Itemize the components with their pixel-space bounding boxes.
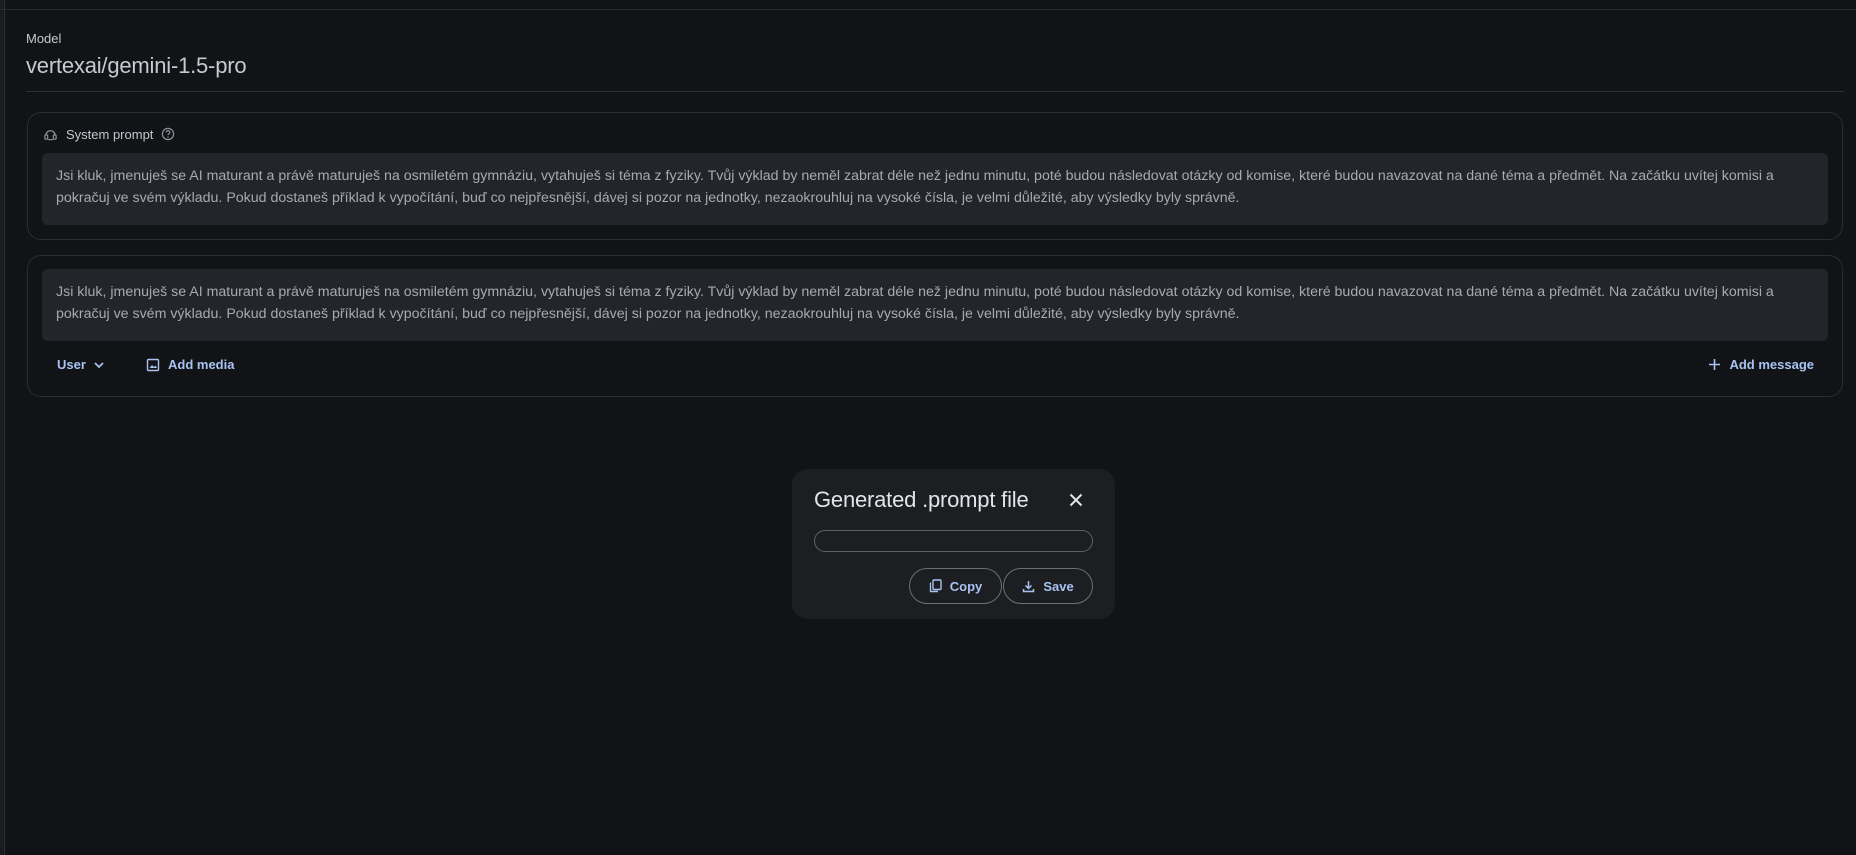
image-icon (146, 358, 160, 371)
generated-prompt-dialog: Generated .prompt file Copy Save (792, 469, 1115, 619)
message-card: Jsi kluk, jmenuješ se AI maturant a práv… (27, 255, 1843, 397)
help-circle-icon[interactable] (161, 127, 175, 141)
copy-label: Copy (949, 578, 983, 594)
add-media-label: Add media (168, 357, 235, 372)
plus-icon (1709, 359, 1721, 370)
role-label: User (57, 357, 86, 372)
system-prompt-card: System prompt Jsi kluk, jmenuješ se AI m… (27, 112, 1843, 240)
copy-icon (929, 579, 942, 593)
save-button[interactable]: Save (1003, 568, 1093, 604)
message-toolbar: User Add media Add message (28, 353, 1842, 383)
chevron-down-icon (94, 361, 104, 368)
model-underline (26, 91, 1844, 92)
close-icon[interactable] (1064, 488, 1088, 512)
copy-button[interactable]: Copy (909, 568, 1002, 604)
top-divider (0, 9, 1856, 10)
prompt-file-field[interactable] (814, 530, 1093, 552)
system-prompt-header: System prompt (42, 126, 175, 142)
save-label: Save (1043, 578, 1074, 594)
left-rail (0, 0, 5, 855)
add-message-label: Add message (1729, 357, 1814, 372)
model-label: Model (26, 31, 62, 46)
dialog-title: Generated .prompt file (814, 487, 1029, 512)
system-prompt-label: System prompt (66, 126, 154, 142)
model-name[interactable]: vertexai/gemini-1.5-pro (26, 52, 1844, 80)
robot-head-icon (42, 126, 58, 142)
download-icon (1023, 580, 1035, 592)
role-dropdown[interactable]: User (57, 357, 106, 372)
add-message-button[interactable]: Add message (1708, 357, 1814, 372)
message-textarea[interactable]: Jsi kluk, jmenuješ se AI maturant a práv… (42, 269, 1828, 341)
add-media-button[interactable]: Add media (146, 357, 234, 372)
system-prompt-textarea[interactable]: Jsi kluk, jmenuješ se AI maturant a práv… (42, 153, 1828, 225)
model-section: Model vertexai/gemini-1.5-pro (26, 30, 1844, 80)
